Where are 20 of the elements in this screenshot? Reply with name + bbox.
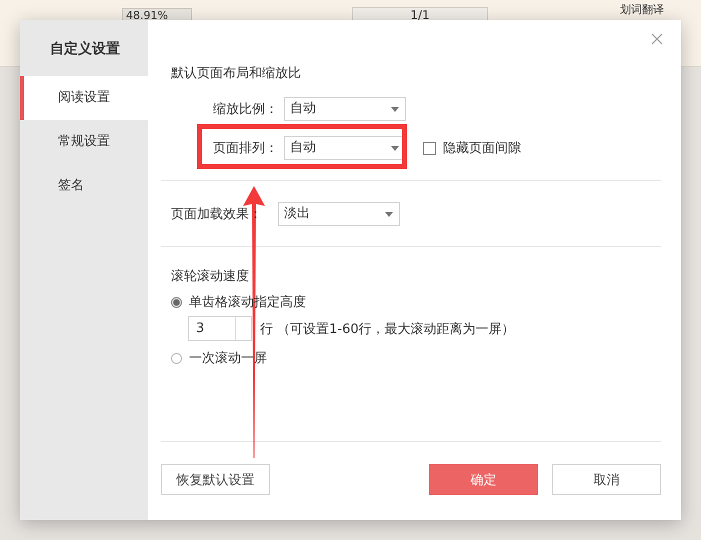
dialog-title: 自定义设置 [49, 40, 121, 59]
field-label: 页面排列： [212, 140, 278, 157]
field-label: 页面加载效果： [171, 206, 263, 223]
nav-item[interactable]: 阅读设置 [20, 76, 148, 120]
lines-hint: 行 （可设置1-60行，最大滚动距离为一屏） [260, 320, 515, 338]
nav-item[interactable]: 签名 [20, 164, 148, 208]
radio-button[interactable] [171, 352, 182, 364]
reset-button[interactable]: 恢复默认设置 [161, 464, 270, 495]
translate-button[interactable]: 划词翻译 [620, 3, 664, 17]
cancel-button[interactable]: 取消 [552, 464, 661, 495]
section-title: 滚轮滚动速度 [171, 268, 250, 285]
close-icon[interactable] [651, 33, 663, 45]
section-title: 默认页面布局和缩放比 [171, 65, 302, 82]
hide-gap-checkbox[interactable]: 隐藏页面间隙 [423, 139, 521, 157]
nav-item[interactable]: 常规设置 [20, 120, 148, 164]
lines-spinner[interactable]: 3 [188, 316, 252, 341]
zoom-dropdown[interactable]: 自动 [284, 97, 406, 121]
load-effect-dropdown[interactable]: 淡出 [278, 202, 400, 226]
radio-button[interactable] [171, 296, 182, 308]
field-label: 缩放比例： [212, 101, 278, 118]
